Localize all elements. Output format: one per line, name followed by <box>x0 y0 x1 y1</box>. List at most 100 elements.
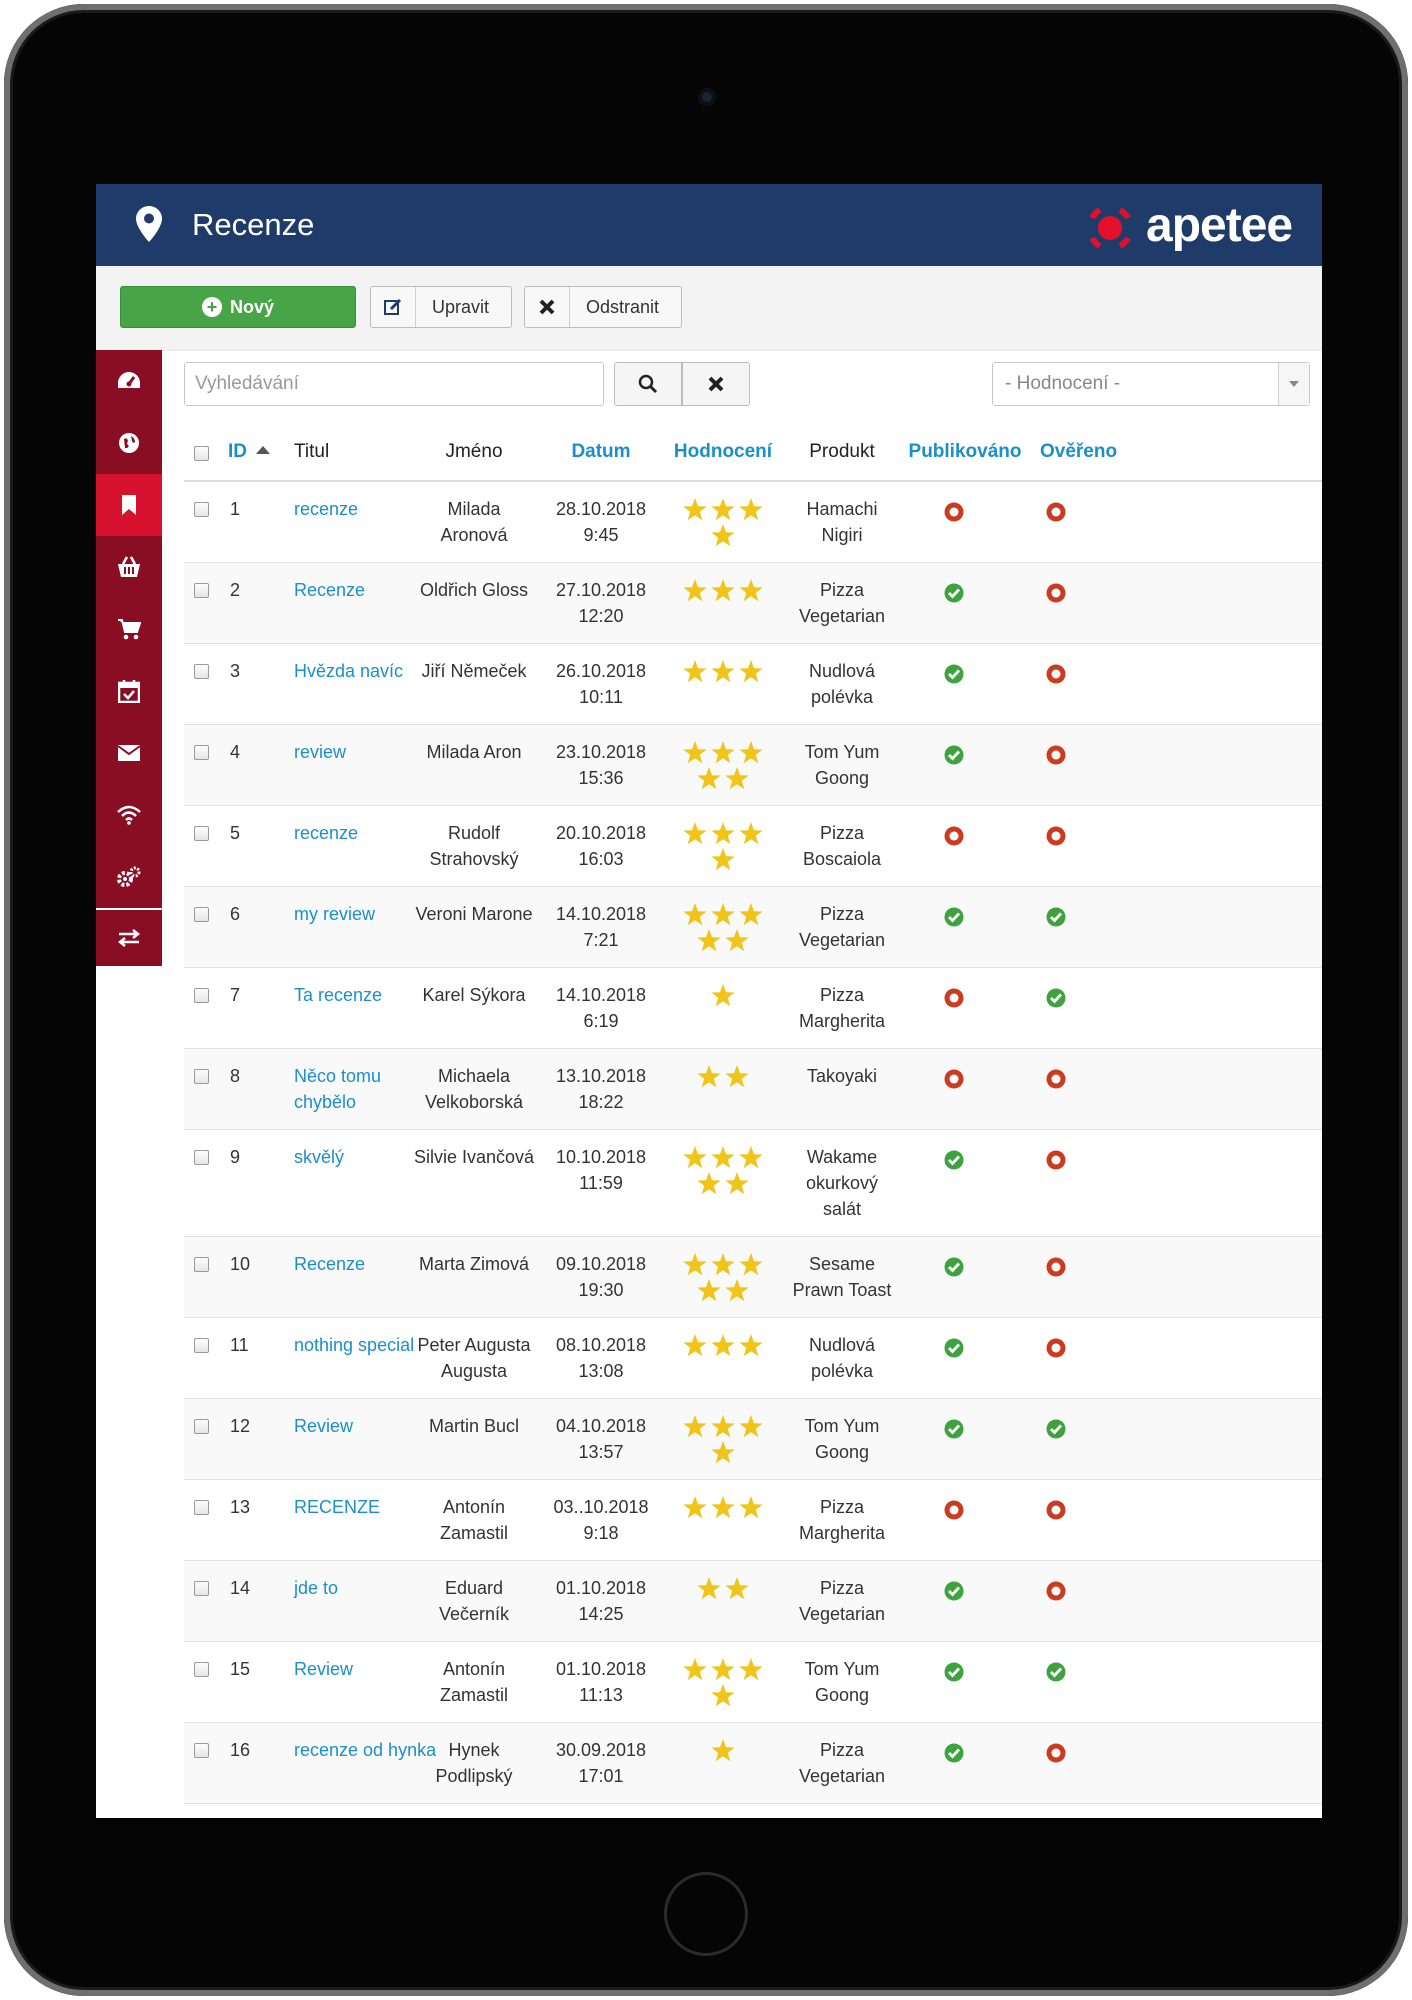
basket-icon[interactable] <box>96 536 162 598</box>
table-row[interactable]: 6 my review Veroni Marone 14.10.2018 7:21 Piz… <box>184 887 1322 968</box>
table-row[interactable]: 8 Něco tomu chybělo Michaela Velkoborská 13.1… <box>184 1049 1322 1130</box>
transfer-icon[interactable] <box>96 910 162 966</box>
table-row[interactable]: 11 nothing special Peter Augusta Augusta 08.… <box>184 1318 1322 1399</box>
star-icon <box>683 1415 707 1438</box>
search-input[interactable]: Vyhledávání <box>184 362 604 406</box>
table-row[interactable]: 13 RECENZE Antonín Zamastil 03..10.2018 9:18 P… <box>184 1480 1322 1561</box>
published-check-icon[interactable] <box>944 1662 964 1682</box>
published-check-icon[interactable] <box>944 1338 964 1358</box>
unverified-icon[interactable] <box>1046 1069 1066 1089</box>
published-check-icon[interactable] <box>944 745 964 765</box>
unverified-icon[interactable] <box>1046 502 1066 522</box>
unverified-icon[interactable] <box>1046 826 1066 846</box>
verified-check-icon[interactable] <box>1046 1662 1066 1682</box>
unverified-icon[interactable] <box>1046 745 1066 765</box>
row-product: Pizza Boscaiola <box>782 820 902 872</box>
row-checkbox[interactable] <box>194 1662 209 1677</box>
new-button[interactable]: + Nový <box>120 286 356 328</box>
edit-button[interactable]: Upravit <box>370 286 512 328</box>
row-date-line: 18:22 <box>578 1092 624 1112</box>
row-product-line: Hamachi <box>806 499 878 519</box>
table-row[interactable]: 15 Review Antonín Zamastil 01.10.2018 11:13 To… <box>184 1642 1322 1723</box>
unpublished-icon[interactable] <box>944 502 964 522</box>
search-button[interactable] <box>614 362 682 406</box>
column-verified[interactable]: Ověřeno <box>1040 424 1130 480</box>
published-check-icon[interactable] <box>944 1419 964 1439</box>
row-checkbox[interactable] <box>194 1257 209 1272</box>
row-checkbox[interactable] <box>194 1419 209 1434</box>
table-row[interactable]: 5 recenze Rudolf Strahovský 20.10.2018 16:03 P… <box>184 806 1322 887</box>
table-row[interactable]: 9 skvělý Silvie Ivančová 10.10.2018 11:59 Wak… <box>184 1130 1322 1237</box>
row-checkbox[interactable] <box>194 1581 209 1596</box>
table-row[interactable]: 7 Ta recenze Karel Sýkora 14.10.2018 6:19 Piz… <box>184 968 1322 1049</box>
select-all-checkbox[interactable] <box>194 446 209 461</box>
published-check-icon[interactable] <box>944 1150 964 1170</box>
published-check-icon[interactable] <box>944 664 964 684</box>
unpublished-icon[interactable] <box>944 826 964 846</box>
verified-check-icon[interactable] <box>1046 907 1066 927</box>
table-row[interactable]: 10 Recenze Marta Zimová 09.10.2018 19:30 Sesa… <box>184 1237 1322 1318</box>
unverified-icon[interactable] <box>1046 583 1066 603</box>
home-button[interactable] <box>664 1872 748 1956</box>
unverified-icon[interactable] <box>1046 664 1066 684</box>
row-checkbox[interactable] <box>194 1069 209 1084</box>
delete-button[interactable]: Odstranit <box>524 286 682 328</box>
row-checkbox[interactable] <box>194 664 209 679</box>
unverified-icon[interactable] <box>1046 1743 1066 1763</box>
row-product: Pizza Vegetarian <box>782 1737 902 1789</box>
unverified-icon[interactable] <box>1046 1150 1066 1170</box>
table-row[interactable]: 17recenzeJaroslavaKubalová28.09.201808:4… <box>184 1804 1322 1818</box>
unpublished-icon[interactable] <box>944 1069 964 1089</box>
published-check-icon[interactable] <box>944 583 964 603</box>
table-row[interactable]: 1 recenze Milada Aronová 28.10.2018 9:45 Hamac… <box>184 482 1322 563</box>
verified-check-icon[interactable] <box>1046 988 1066 1008</box>
column-published[interactable]: Publikováno <box>896 424 1034 480</box>
clear-search-button[interactable] <box>682 362 750 406</box>
cart-icon[interactable] <box>96 598 162 660</box>
published-check-icon[interactable] <box>944 1581 964 1601</box>
bookmark-icon[interactable] <box>96 474 162 536</box>
table-row[interactable]: 2 Recenze Oldřich Gloss 27.10.2018 12:20 Pizz… <box>184 563 1322 644</box>
unpublished-icon[interactable] <box>944 1500 964 1520</box>
published-check-icon[interactable] <box>944 907 964 927</box>
wifi-icon[interactable] <box>96 784 162 846</box>
verified-check-icon[interactable] <box>1046 1419 1066 1439</box>
envelope-icon[interactable] <box>96 722 162 784</box>
table-row[interactable]: 3 Hvězda navíc Jiří Němeček 26.10.2018 10:11… <box>184 644 1322 725</box>
row-checkbox[interactable] <box>194 1743 209 1758</box>
table-row[interactable]: 12 Review Martin Bucl 04.10.2018 13:57 Tom Yu… <box>184 1399 1322 1480</box>
dashboard-icon[interactable] <box>96 350 162 412</box>
published-check-icon[interactable] <box>944 1743 964 1763</box>
table-row[interactable]: 16 recenze od hynka Hynek Podlipský 30.09.20… <box>184 1723 1322 1804</box>
unverified-icon[interactable] <box>1046 1500 1066 1520</box>
unverified-icon[interactable] <box>1046 1338 1066 1358</box>
globe-icon[interactable] <box>96 412 162 474</box>
column-id[interactable]: ID <box>228 424 271 480</box>
column-date[interactable]: Datum <box>540 424 662 480</box>
row-product-line: Vegetarian <box>798 1604 886 1624</box>
row-name: Marta Zimová <box>404 1251 544 1277</box>
table-row[interactable]: 4 review Milada Aron 23.10.2018 15:36 Tom Yum… <box>184 725 1322 806</box>
unverified-icon[interactable] <box>1046 1257 1066 1277</box>
row-checkbox[interactable] <box>194 583 209 598</box>
row-date-line: 26.10.2018 <box>555 661 647 681</box>
rating-filter-select[interactable]: - Hodnocení - <box>992 362 1310 406</box>
calendar-icon[interactable] <box>96 660 162 722</box>
row-checkbox[interactable] <box>194 826 209 841</box>
row-checkbox[interactable] <box>194 1500 209 1515</box>
gears-icon[interactable] <box>96 846 162 908</box>
unpublished-icon[interactable] <box>944 988 964 1008</box>
star-icon <box>697 929 721 952</box>
row-checkbox[interactable] <box>194 1338 209 1353</box>
row-checkbox[interactable] <box>194 1150 209 1165</box>
row-name: Silvie Ivančová <box>404 1144 544 1170</box>
table-row[interactable]: 14 jde to Eduard Večerník 01.10.2018 14:25 Piz… <box>184 1561 1322 1642</box>
column-rating[interactable]: Hodnocení <box>662 424 784 480</box>
row-checkbox[interactable] <box>194 907 209 922</box>
row-checkbox[interactable] <box>194 745 209 760</box>
published-check-icon[interactable] <box>944 1257 964 1277</box>
unverified-icon[interactable] <box>1046 1581 1066 1601</box>
row-date-line: 6:19 <box>583 1011 619 1031</box>
row-checkbox[interactable] <box>194 988 209 1003</box>
row-checkbox[interactable] <box>194 502 209 517</box>
